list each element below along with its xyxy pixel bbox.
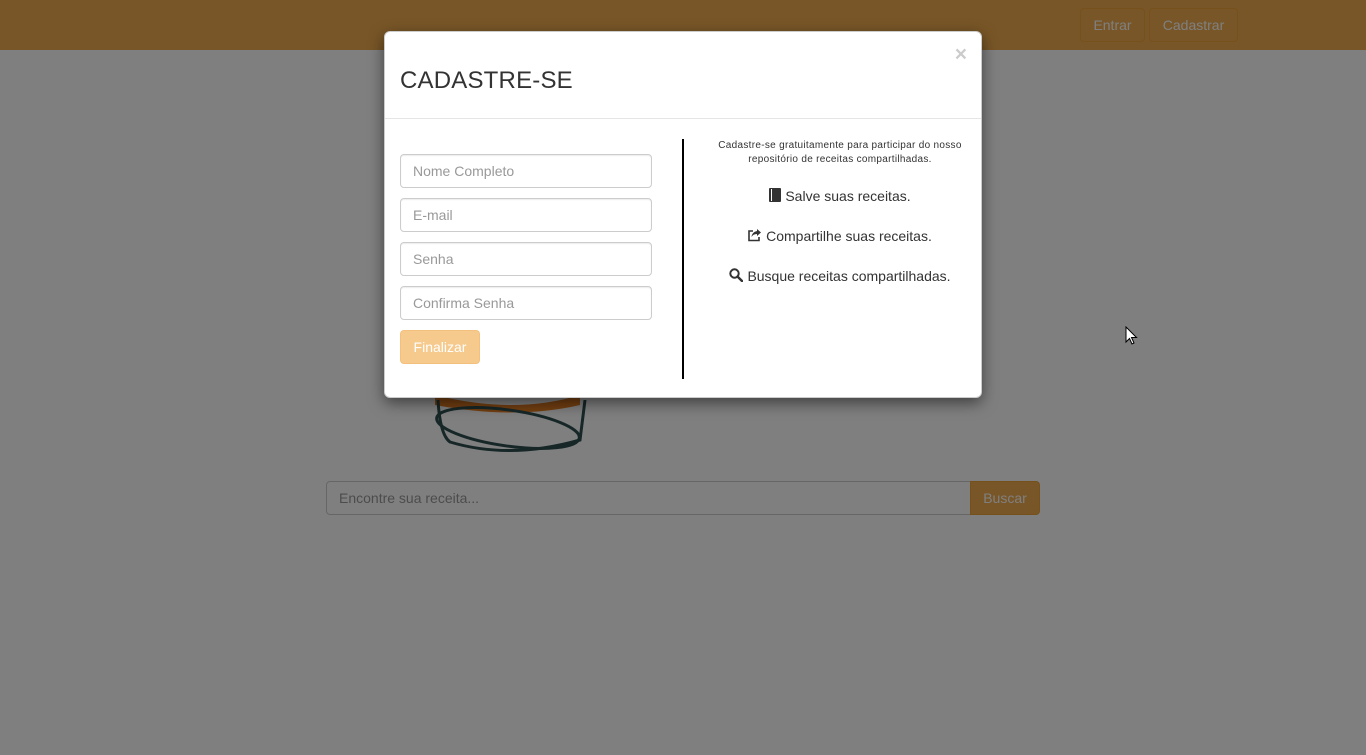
full-name-field[interactable] [400,154,652,188]
share-icon [748,229,762,242]
feature-label: Compartilhe suas receitas. [766,228,932,244]
confirm-password-field[interactable] [400,286,652,320]
email-field[interactable] [400,198,652,232]
close-icon[interactable]: × [955,44,967,65]
feature-search: Busque receitas compartilhadas. [695,268,985,284]
finalize-button[interactable]: Finalizar [400,330,480,364]
signup-modal: CADASTRE-SE × Finalizar Cadastre-se grat… [384,31,982,398]
feature-save: Salve suas receitas. [695,188,985,204]
search-icon [729,268,744,282]
feature-share: Compartilhe suas receitas. [695,228,985,244]
book-icon [769,188,782,202]
feature-label: Busque receitas compartilhadas. [747,268,951,284]
vertical-divider [682,139,684,379]
mouse-cursor-icon [1125,326,1138,345]
modal-header: CADASTRE-SE × [385,32,981,119]
password-field[interactable] [400,242,652,276]
signup-description: Cadastre-se gratuitamente para participa… [718,140,962,165]
feature-label: Salve suas receitas. [785,188,911,204]
modal-title: CADASTRE-SE [400,67,573,94]
